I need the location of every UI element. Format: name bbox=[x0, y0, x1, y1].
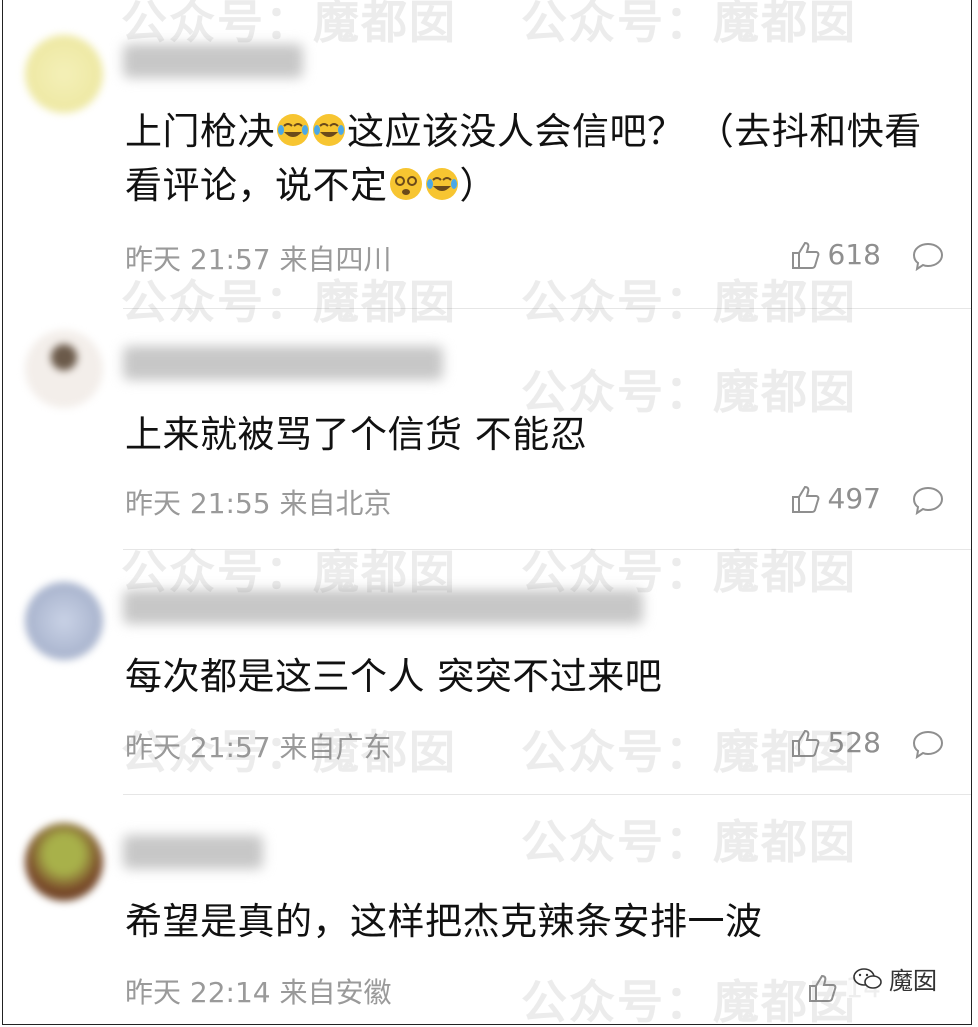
comment-text: 每次都是这三个人 突突不过来吧 bbox=[125, 655, 663, 698]
comment-item: 希望是真的，这样把杰克辣条安排一波 昨天 22:14 来自安徽 14 bbox=[3, 795, 971, 1024]
comment-item: 上门枪决 这应该没人会信吧？ （去抖和快看看评论，说不定） 昨天 21:57 来自… bbox=[3, 0, 971, 310]
username-blurred[interactable] bbox=[123, 590, 643, 624]
comment-meta: 昨天 22:14 来自安徽 bbox=[125, 976, 392, 1009]
avatar[interactable] bbox=[25, 582, 103, 660]
avatar[interactable] bbox=[25, 823, 103, 901]
avatar[interactable] bbox=[25, 330, 103, 408]
thumbs-up-icon bbox=[791, 241, 819, 269]
comment-item: 每次都是这三个人 突突不过来吧 昨天 21:57 来自广东 528 bbox=[3, 550, 971, 795]
comment-text: 希望是真的，这样把杰克辣条安排一波 bbox=[125, 900, 763, 943]
thumbs-up-icon bbox=[791, 485, 819, 513]
comment-text: 上来就被骂了个信货 不能忍 bbox=[125, 413, 588, 456]
like-count: 618 bbox=[827, 238, 881, 271]
like-button[interactable]: 528 bbox=[790, 726, 881, 759]
divider bbox=[123, 308, 971, 309]
avatar[interactable] bbox=[25, 35, 103, 113]
username-blurred[interactable] bbox=[123, 44, 303, 78]
comment-meta: 昨天 21:55 来自北京 bbox=[125, 487, 392, 520]
comment-icon[interactable] bbox=[911, 728, 945, 762]
laugh-cry-emoji-icon bbox=[425, 168, 458, 200]
brand-name: 魔囡 bbox=[889, 967, 937, 995]
comment-text: 上门枪决 这应该没人会信吧？ （去抖和快看看评论，说不定） bbox=[125, 110, 922, 207]
like-button[interactable]: 618 bbox=[790, 238, 881, 271]
like-count: 497 bbox=[827, 482, 881, 515]
like-count: 528 bbox=[827, 726, 881, 759]
comment-list: 上门枪决 这应该没人会信吧？ （去抖和快看看评论，说不定） 昨天 21:57 来自… bbox=[2, 0, 972, 1025]
comment-meta: 昨天 21:57 来自广东 bbox=[125, 731, 392, 764]
laugh-cry-emoji-icon bbox=[277, 114, 309, 146]
brand-watermark: 魔囡 bbox=[847, 959, 943, 998]
username-blurred[interactable] bbox=[123, 346, 443, 380]
comment-meta: 昨天 21:57 来自四川 bbox=[125, 243, 392, 276]
thumbs-up-icon bbox=[791, 729, 819, 757]
laugh-cry-emoji-icon bbox=[313, 114, 345, 146]
username-blurred[interactable] bbox=[123, 835, 263, 869]
dizzy-emoji-icon bbox=[389, 168, 422, 200]
thumbs-up-icon bbox=[809, 974, 837, 1002]
comment-icon[interactable] bbox=[911, 484, 945, 518]
comment-icon[interactable] bbox=[911, 240, 945, 274]
comment-item: 上来就被骂了个信货 不能忍 昨天 21:55 来自北京 497 bbox=[3, 310, 971, 550]
wechat-icon bbox=[853, 967, 882, 989]
like-button[interactable]: 497 bbox=[790, 482, 881, 515]
